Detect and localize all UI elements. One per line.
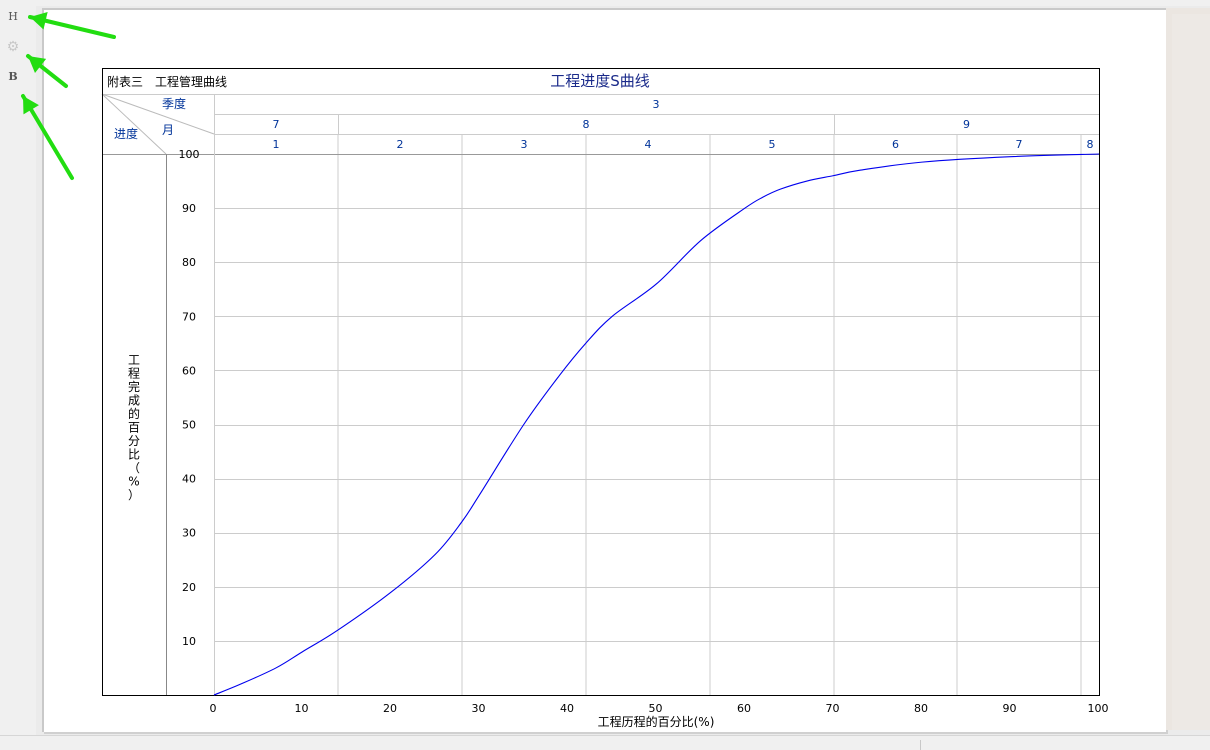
status-separator: [920, 740, 921, 750]
week-cell-4: 4: [645, 138, 652, 151]
y-axis-label-char: 分: [128, 434, 140, 448]
y-tick-label: 20: [182, 581, 196, 594]
week-cell-7: 7: [1016, 138, 1023, 151]
week-cell-8: 8: [1087, 138, 1094, 151]
x-tick-label: 100: [1088, 702, 1109, 715]
corner-diagonal: [101, 93, 167, 155]
quarter-label: 季度: [162, 96, 186, 111]
month-label: 月: [162, 123, 174, 137]
chart-title: 工程进度S曲线: [550, 72, 650, 90]
x-axis-label: 工程历程的百分比(%): [598, 714, 715, 729]
y-axis-label-char: 工: [128, 353, 140, 367]
corner-label: 附表三 工程管理曲线: [107, 74, 227, 89]
y-tick-label: 80: [182, 256, 196, 269]
y-tick-label: 100: [179, 148, 200, 161]
y-axis-label-char: 成: [128, 394, 140, 408]
x-tick-label: 90: [1003, 702, 1017, 715]
y-axis-label-char: %: [128, 475, 139, 489]
y-axis-label-char: 程: [128, 366, 140, 381]
x-tick-label: 40: [560, 702, 574, 715]
y-tick-label: 10: [182, 635, 196, 648]
y-axis-label-char: 比: [128, 448, 140, 462]
chart-frame: [102, 68, 1100, 696]
y-tick-label: 70: [182, 310, 196, 323]
y-axis-label-char: 完: [128, 379, 140, 394]
x-tick-label: 20: [383, 702, 397, 715]
quarter-value: 3: [653, 98, 660, 111]
x-tick-label: 10: [295, 702, 309, 715]
progress-s-curve: [213, 153, 1100, 696]
x-tick-label: 30: [472, 702, 486, 715]
progress-label: 进度: [114, 126, 138, 141]
x-tick-label: 0: [210, 702, 217, 715]
y-axis-label-char: 的: [128, 406, 140, 421]
y-axis-label-char: ）: [128, 488, 140, 502]
y-axis-label-char: 百: [128, 421, 140, 435]
week-cell-2: 2: [397, 138, 404, 151]
month-cell-9: 9: [963, 118, 970, 131]
y-tick-label: 60: [182, 364, 196, 377]
month-cell-8: 8: [583, 118, 590, 131]
week-cell-3: 3: [521, 138, 528, 151]
week-cell-1: 1: [273, 138, 280, 151]
s-curve-chart: 附表三 工程管理曲线 工程进度S曲线季度月 进度 3 7 8 9 1 2 3 4 5 6 7 8 10 20 30…: [101, 68, 1109, 729]
app-window: H ⚙ B 附表三 工程管理曲线 工程进度S曲线 季度月进度 3 7 8 9 1 2 3 4 5 6 7 8…: [0, 0, 1210, 750]
week-cell-6: 6: [892, 138, 899, 151]
x-tick-label: 80: [914, 702, 928, 715]
x-tick-label: 50: [649, 702, 663, 715]
y-tick-label: 50: [182, 419, 196, 432]
status-bar: [0, 735, 1210, 750]
month-cell-7: 7: [273, 118, 280, 131]
y-tick-label: 90: [182, 202, 196, 215]
week-cell-5: 5: [769, 138, 776, 151]
y-axis-label-char: （: [128, 461, 140, 475]
y-tick-label: 40: [182, 473, 196, 486]
x-tick-label: 70: [826, 702, 840, 715]
y-tick-label: 30: [182, 527, 196, 540]
x-tick-label: 60: [737, 702, 751, 715]
